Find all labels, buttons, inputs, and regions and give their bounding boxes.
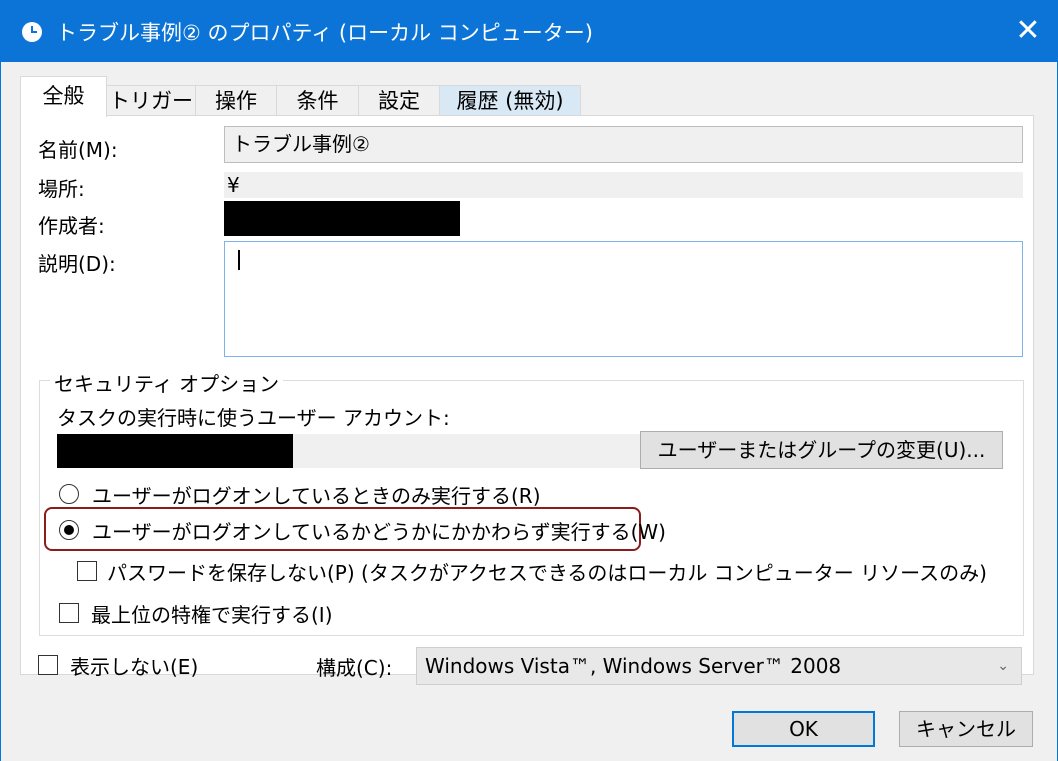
run-as-account-field	[57, 434, 642, 468]
run-only-when-logged-on-label[interactable]: ユーザーがログオンしているときのみ実行する(R)	[92, 480, 541, 509]
ok-button[interactable]: OK	[732, 711, 875, 747]
tab-history[interactable]: 履歴 (無効)	[439, 85, 581, 116]
description-label: 説明(D):	[38, 252, 116, 276]
author-label: 作成者:	[38, 214, 105, 238]
name-label: 名前(M):	[38, 138, 118, 162]
run-only-when-logged-on-radio[interactable]	[59, 484, 79, 504]
highest-privileges-checkbox[interactable]	[59, 603, 79, 623]
highest-privileges-label[interactable]: 最上位の特権で実行する(I)	[91, 599, 333, 628]
text-caret	[238, 250, 240, 270]
do-not-store-password-label[interactable]: パスワードを保存しない(P) (タスクがアクセスできるのはローカル コンピュータ…	[107, 557, 987, 586]
configure-for-value: Windows Vista™, Windows Server™ 2008	[425, 654, 842, 678]
do-not-store-password-checkbox[interactable]	[77, 561, 97, 581]
general-tab-panel: 名前(M): トラブル事例② 場所: ¥ 作成者: 説明(D): セキュリティ …	[20, 115, 1034, 675]
cancel-button[interactable]: キャンセル	[899, 711, 1033, 747]
run-whether-logged-on-label[interactable]: ユーザーがログオンしているかどうかにかかわらず実行する(W)	[92, 516, 666, 545]
description-textarea[interactable]	[224, 241, 1023, 357]
tab-actions[interactable]: 操作	[195, 85, 277, 116]
task-scheduler-icon	[22, 22, 42, 42]
change-user-or-group-button[interactable]: ユーザーまたはグループの変更(U)...	[640, 431, 1003, 469]
chevron-down-icon: ⌄	[997, 658, 1009, 674]
dialog-client: 全般 トリガー 操作 条件 設定 履歴 (無効) 名前(M): トラブル事例② …	[1, 62, 1057, 761]
run-as-account-label: タスクの実行時に使うユーザー アカウント:	[57, 406, 450, 430]
run-whether-logged-on-radio[interactable]	[59, 520, 79, 540]
name-field[interactable]: トラブル事例②	[224, 126, 1023, 163]
tab-general[interactable]: 全般	[20, 76, 107, 117]
configure-for-select[interactable]: Windows Vista™, Windows Server™ 2008 ⌄	[416, 647, 1022, 685]
account-value-redacted	[57, 434, 293, 468]
title-bar: トラブル事例② のプロパティ (ローカル コンピューター) ✕	[0, 0, 1058, 62]
author-value-redacted	[224, 201, 460, 236]
window-title: トラブル事例② のプロパティ (ローカル コンピューター)	[56, 21, 593, 45]
security-options-group: セキュリティ オプション タスクの実行時に使うユーザー アカウント: ユーザーま…	[39, 368, 1024, 636]
tab-triggers[interactable]: トリガー	[106, 85, 196, 116]
location-label: 場所:	[38, 177, 85, 201]
hidden-checkbox[interactable]	[38, 655, 58, 675]
tab-conditions[interactable]: 条件	[276, 85, 359, 116]
configure-for-label: 構成(C):	[316, 656, 393, 680]
hidden-label[interactable]: 表示しない(E)	[70, 651, 198, 680]
location-value: ¥	[224, 172, 1023, 198]
security-options-legend: セキュリティ オプション	[50, 368, 284, 397]
close-button[interactable]: ✕	[998, 0, 1058, 62]
tab-settings[interactable]: 設定	[358, 85, 440, 116]
